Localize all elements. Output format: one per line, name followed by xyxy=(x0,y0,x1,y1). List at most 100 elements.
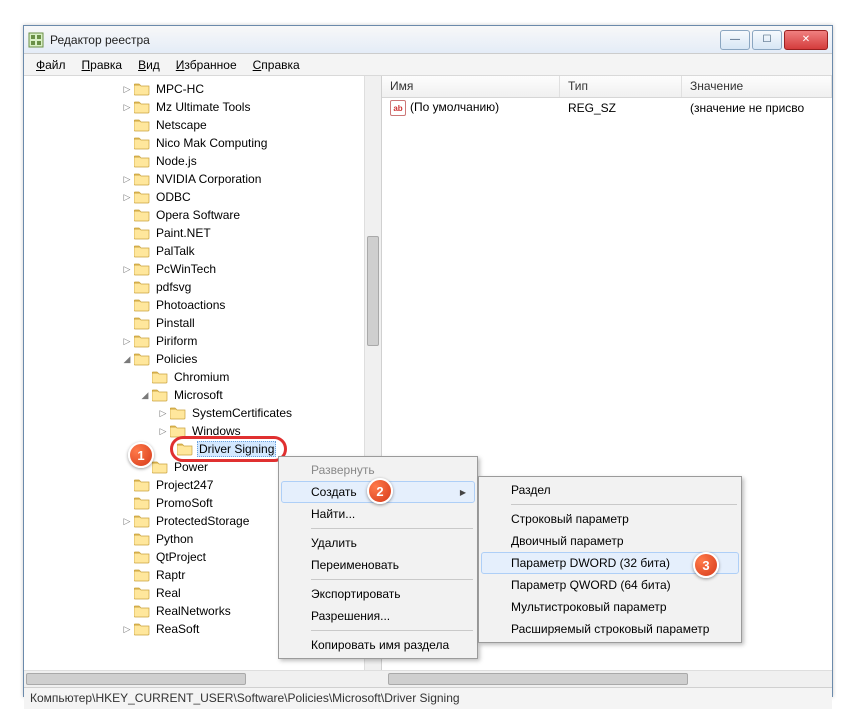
menu-item[interactable]: Строковый параметр xyxy=(481,508,739,530)
folder-icon xyxy=(134,568,150,582)
menu-справка[interactable]: Справка xyxy=(245,56,308,74)
menu-item[interactable]: Переименовать xyxy=(281,554,475,576)
tree-item-label: MPC-HC xyxy=(154,82,206,96)
menu-separator xyxy=(311,579,473,580)
menu-item[interactable]: Найти... xyxy=(281,503,475,525)
tree-item[interactable]: Nico Mak Computing xyxy=(24,134,381,152)
folder-icon xyxy=(152,460,168,474)
window-controls: — ☐ ✕ xyxy=(718,30,828,50)
tree-expander-icon[interactable]: ▷ xyxy=(120,84,134,95)
menu-item[interactable]: Раздел xyxy=(481,479,739,501)
menu-item[interactable]: Экспортировать xyxy=(281,583,475,605)
tree-item-label: Python xyxy=(154,532,195,546)
close-button[interactable]: ✕ xyxy=(784,30,828,50)
tree-item-label: PalTalk xyxy=(154,244,197,258)
menu-item[interactable]: Мультистроковый параметр xyxy=(481,596,739,618)
step-badge-2: 2 xyxy=(367,478,393,504)
folder-icon xyxy=(134,244,150,258)
menu-файл[interactable]: Файл xyxy=(28,56,74,74)
menu-вид[interactable]: Вид xyxy=(130,56,168,74)
tree-item-label: QtProject xyxy=(154,550,208,564)
scroll-thumb[interactable] xyxy=(367,236,379,346)
tree-item-label: Node.js xyxy=(154,154,199,168)
folder-icon xyxy=(170,406,186,420)
tree-expander-icon[interactable]: ▷ xyxy=(120,174,134,185)
tree-expander-icon[interactable]: ▷ xyxy=(120,264,134,275)
folder-icon xyxy=(134,550,150,564)
menu-item[interactable]: Удалить xyxy=(281,532,475,554)
menu-item[interactable]: Параметр QWORD (64 бита) xyxy=(481,574,739,596)
tree-item-label: Chromium xyxy=(172,370,231,384)
tree-item-label: ODBC xyxy=(154,190,193,204)
tree-item[interactable]: Chromium xyxy=(24,368,381,386)
tree-expander-icon[interactable]: ▷ xyxy=(120,336,134,347)
column-header[interactable]: Значение xyxy=(682,76,832,97)
tree-item[interactable]: Opera Software xyxy=(24,206,381,224)
tree-item-label: Pinstall xyxy=(154,316,197,330)
value-list[interactable]: ab(По умолчанию)REG_SZ(значение не присв… xyxy=(382,98,832,118)
tree-item[interactable]: pdfsvg xyxy=(24,278,381,296)
tree-expander-icon[interactable]: ▷ xyxy=(120,192,134,203)
tree-expander-icon[interactable]: ▷ xyxy=(156,426,170,437)
value-data-cell: (значение не присво xyxy=(682,99,832,117)
tree-item-label: Mz Ultimate Tools xyxy=(154,100,252,114)
tree-item[interactable]: Node.js xyxy=(24,152,381,170)
maximize-button[interactable]: ☐ xyxy=(752,30,782,50)
menu-item[interactable]: Двоичный параметр xyxy=(481,530,739,552)
menu-item[interactable]: Копировать имя раздела xyxy=(281,634,475,656)
column-headers[interactable]: ИмяТипЗначение xyxy=(382,76,832,98)
tree-item[interactable]: ▷ ODBC xyxy=(24,188,381,206)
tree-item[interactable]: ▷Piriform xyxy=(24,332,381,350)
tree-item-label: Project247 xyxy=(154,478,215,492)
column-header[interactable]: Тип xyxy=(560,76,682,97)
tree-expander-icon[interactable]: ▷ xyxy=(156,408,170,419)
tree-item[interactable]: PalTalk xyxy=(24,242,381,260)
tree-item[interactable]: Pinstall xyxy=(24,314,381,332)
hscroll-thumb-right[interactable] xyxy=(388,673,688,685)
menu-item[interactable]: Расширяемый строковый параметр xyxy=(481,618,739,640)
hscroll-bar[interactable] xyxy=(24,670,832,687)
menu-избранное[interactable]: Избранное xyxy=(168,56,245,74)
tree-expander-icon[interactable]: ▷ xyxy=(120,516,134,527)
menu-separator xyxy=(311,528,473,529)
step-badge-3: 3 xyxy=(693,552,719,578)
folder-icon xyxy=(134,478,150,492)
folder-icon xyxy=(177,442,193,456)
minimize-button[interactable]: — xyxy=(720,30,750,50)
tree-item-label: SystemCertificates xyxy=(190,406,294,420)
tree-item[interactable]: ◢Microsoft xyxy=(24,386,381,404)
title-bar: Редактор реестра — ☐ ✕ xyxy=(24,26,832,54)
tree-item-label: ProtectedStorage xyxy=(154,514,251,528)
menu-правка[interactable]: Правка xyxy=(74,56,131,74)
tree-item[interactable]: Paint.NET xyxy=(24,224,381,242)
tree-item[interactable]: ◢ Policies xyxy=(24,350,381,368)
tree-expander-icon[interactable]: ▷ xyxy=(120,624,134,635)
folder-icon xyxy=(134,100,150,114)
tree-expander-icon[interactable]: ◢ xyxy=(120,354,134,365)
tree-item-label: Real xyxy=(154,586,183,600)
tree-item-label: Photoactions xyxy=(154,298,227,312)
highlight-ring-tree: Driver Signing xyxy=(170,436,287,462)
hscroll-thumb-left[interactable] xyxy=(26,673,246,685)
tree-item-label: ReaSoft xyxy=(154,622,201,636)
tree-item[interactable]: ▷NVIDIA Corporation xyxy=(24,170,381,188)
folder-icon xyxy=(134,496,150,510)
tree-item[interactable]: ▷PcWinTech xyxy=(24,260,381,278)
tree-item[interactable]: Netscape xyxy=(24,116,381,134)
tree-item-label: Policies xyxy=(154,352,199,366)
folder-icon xyxy=(134,352,150,366)
tree-expander-icon[interactable]: ▷ xyxy=(120,102,134,113)
menu-item[interactable]: Разрешения... xyxy=(281,605,475,627)
tree-expander-icon[interactable]: ◢ xyxy=(138,390,152,401)
folder-icon xyxy=(134,298,150,312)
tree-item[interactable]: ▷ SystemCertificates xyxy=(24,404,381,422)
folder-icon xyxy=(134,604,150,618)
tree-item[interactable]: ▷ MPC-HC xyxy=(24,80,381,98)
tree-item[interactable]: ▷ Mz Ultimate Tools xyxy=(24,98,381,116)
value-row[interactable]: ab(По умолчанию)REG_SZ(значение не присв… xyxy=(382,98,832,118)
column-header[interactable]: Имя xyxy=(382,76,560,97)
folder-icon xyxy=(134,208,150,222)
tree-item[interactable]: Photoactions xyxy=(24,296,381,314)
app-icon xyxy=(28,32,44,48)
folder-icon xyxy=(134,334,150,348)
